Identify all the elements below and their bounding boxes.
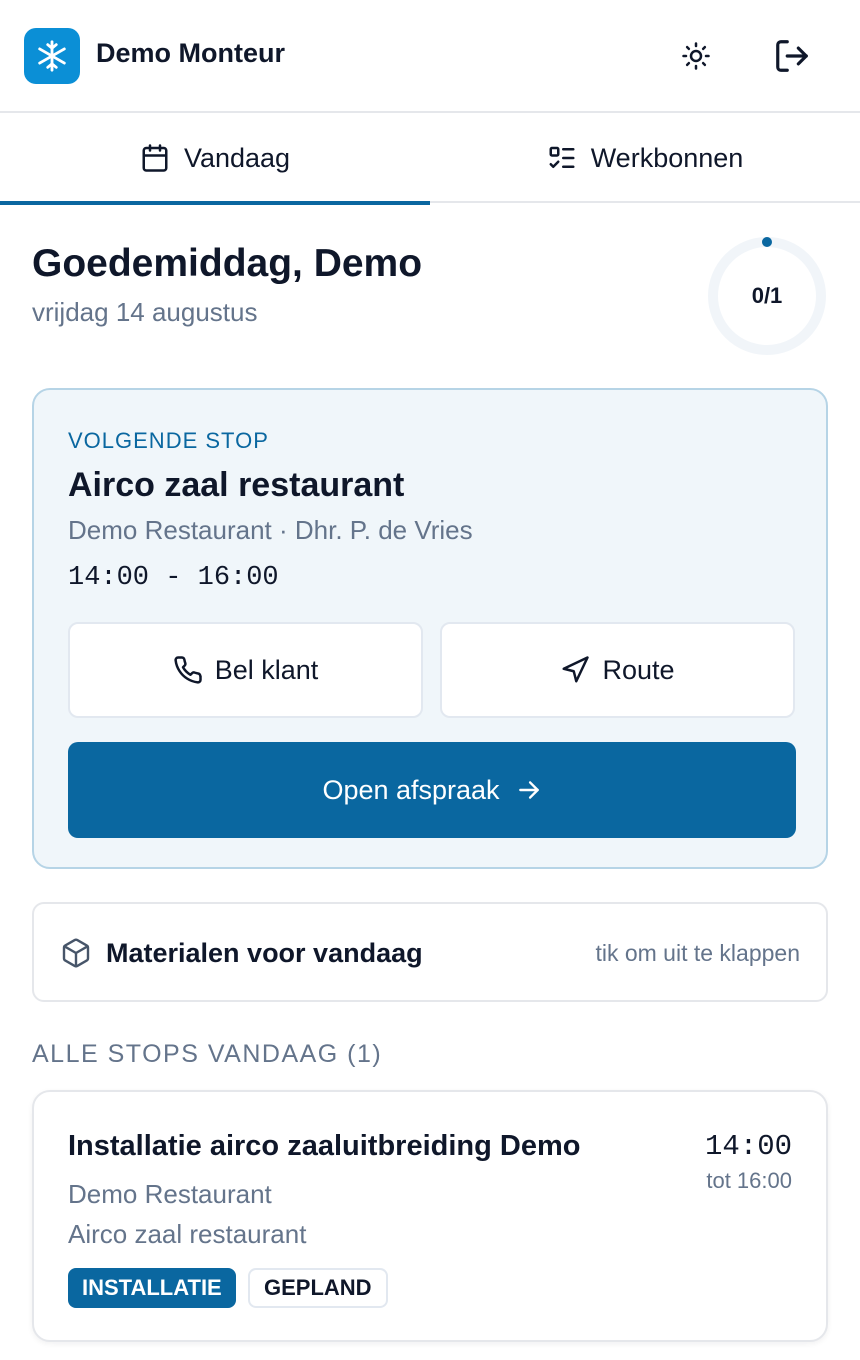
- tab-bar: Vandaag Werkbonnen: [0, 113, 860, 205]
- tab-label: Vandaag: [183, 142, 291, 173]
- open-appointment-label: Open afspraak: [322, 774, 500, 805]
- stop-card[interactable]: Installatie airco zaaluitbreiding Demo D…: [32, 1090, 828, 1342]
- theme-toggle-button[interactable]: [672, 32, 720, 80]
- greeting-title: Goedemiddag, Demo: [32, 242, 423, 285]
- app-header: Demo Monteur: [0, 0, 860, 113]
- next-stop-eyebrow: VOLGENDE STOP: [68, 428, 269, 453]
- tab-label: Werkbonnen: [590, 142, 744, 173]
- stop-client: Demo Restaurant: [68, 1179, 272, 1209]
- app-title: Demo Monteur: [96, 38, 285, 68]
- checklist-icon: [549, 146, 575, 168]
- next-stop-card: VOLGENDE STOP Airco zaal restaurant Demo…: [32, 388, 828, 869]
- stop-start-time: 14:00: [704, 1130, 792, 1163]
- open-appointment-button[interactable]: Open afspraak: [68, 742, 796, 838]
- logout-button[interactable]: [768, 32, 816, 80]
- call-client-label: Bel klant: [214, 654, 319, 685]
- all-stops-heading: ALLE STOPS VANDAAG (1): [32, 1040, 383, 1068]
- progress-count: 0/1: [751, 283, 783, 308]
- calendar-icon: [142, 144, 168, 172]
- current-date: vrijdag 14 augustus: [32, 297, 258, 327]
- package-icon: [62, 938, 90, 968]
- stop-end-time: tot 16:00: [706, 1168, 792, 1193]
- call-client-button[interactable]: Bel klant: [68, 622, 423, 718]
- route-button[interactable]: Route: [440, 622, 795, 718]
- status-badge: GEPLAND: [248, 1268, 388, 1308]
- logout-icon: [776, 40, 808, 72]
- arrow-right-icon: [518, 781, 539, 799]
- sun-icon: [682, 42, 710, 70]
- materials-toggle[interactable]: Materialen voor vandaag tik om uit te kl…: [32, 902, 828, 1002]
- app-logo: [24, 28, 80, 84]
- next-stop-subtitle: Demo Restaurant · Dhr. P. de Vries: [68, 515, 473, 545]
- next-stop-title: Airco zaal restaurant: [68, 466, 405, 504]
- next-stop-time: 14:00 - 16:00: [68, 563, 279, 593]
- stop-title: Installatie airco zaaluitbreiding Demo: [68, 1130, 581, 1162]
- type-badge: INSTALLATIE: [68, 1268, 236, 1308]
- stop-description: Airco zaal restaurant: [68, 1219, 307, 1249]
- navigation-icon: [562, 656, 590, 683]
- route-label: Route: [602, 654, 675, 685]
- phone-icon: [174, 656, 202, 684]
- materials-hint: tik om uit te klappen: [595, 940, 800, 966]
- tab-vandaag[interactable]: Vandaag: [0, 113, 430, 205]
- tab-werkbonnen[interactable]: Werkbonnen: [430, 113, 860, 203]
- snowflake-icon: [38, 40, 66, 72]
- materials-label: Materialen voor vandaag: [106, 938, 423, 968]
